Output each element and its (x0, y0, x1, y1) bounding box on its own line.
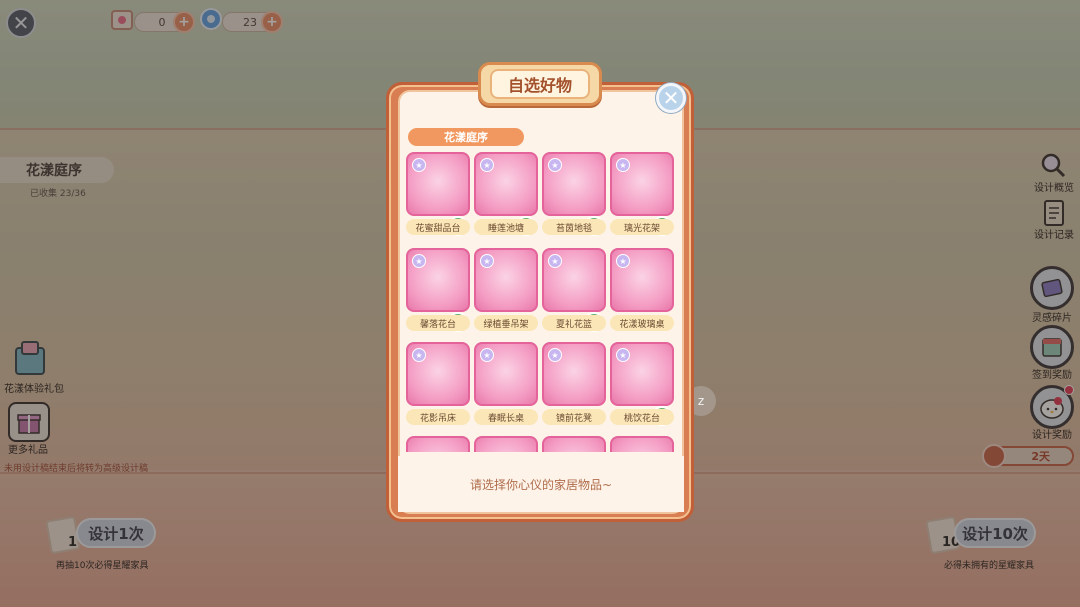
rarity-star-icon: ★ (548, 348, 562, 362)
item-label: 璃光花架 (610, 219, 674, 235)
item-label: 花蜜甜品台 (406, 219, 470, 235)
item-label: 苔茵地毯 (542, 219, 606, 235)
item-card[interactable] (406, 436, 470, 452)
item-card[interactable]: ★ ✓ 睡莲池塘 (474, 152, 538, 238)
item-thumbnail: ★ (542, 152, 606, 216)
item-thumbnail: ★ (406, 248, 470, 312)
close-icon: ✕ (662, 86, 680, 110)
item-card[interactable]: ★ ✓ 馨落花台 (406, 248, 470, 334)
dialog-title: 自选好物 (490, 69, 590, 99)
item-card[interactable]: ★ 花漾玻璃桌 (610, 248, 674, 334)
item-thumbnail: ★ (610, 248, 674, 312)
item-thumbnail: ★ (474, 248, 538, 312)
item-card[interactable]: ★ ✓ 桃饮花台 (610, 342, 674, 428)
item-card[interactable]: ★ 花影吊床 (406, 342, 470, 428)
item-card[interactable] (474, 436, 538, 452)
item-label: 桃饮花台 (610, 409, 674, 425)
rarity-star-icon: ★ (616, 254, 630, 268)
item-thumbnail: ★ (406, 342, 470, 406)
selection-hint: 请选择你心仪的家居物品~ (398, 456, 684, 512)
item-card[interactable]: ★ 绿植垂吊架 (474, 248, 538, 334)
dialog-close-button[interactable]: ✕ (656, 83, 686, 113)
item-thumbnail: ★ (542, 342, 606, 406)
item-thumbnail (474, 436, 538, 452)
item-card[interactable]: ★ 镜前花凳 (542, 342, 606, 428)
item-thumbnail: ★ (474, 152, 538, 216)
item-label: 绿植垂吊架 (474, 315, 538, 331)
item-card[interactable]: ★ ✓ 璃光花架 (610, 152, 674, 238)
item-label: 夏礼花篮 (542, 315, 606, 331)
item-thumbnail: ★ (610, 152, 674, 216)
rarity-star-icon: ★ (412, 254, 426, 268)
item-thumbnail: ★ (406, 152, 470, 216)
rarity-star-icon: ★ (412, 158, 426, 172)
rarity-star-icon: ★ (548, 254, 562, 268)
item-label: 馨落花台 (406, 315, 470, 331)
item-label: 睡莲池塘 (474, 219, 538, 235)
rarity-star-icon: ★ (412, 348, 426, 362)
item-card[interactable] (610, 436, 674, 452)
item-label: 镜前花凳 (542, 409, 606, 425)
section-header: 花漾庭序 (408, 128, 524, 146)
rarity-star-icon: ★ (480, 348, 494, 362)
item-label: 春眠长桌 (474, 409, 538, 425)
item-card[interactable]: ★ ✓ 花蜜甜品台 (406, 152, 470, 238)
item-thumbnail (406, 436, 470, 452)
item-grid: ★ ✓ 花蜜甜品台 ★ ✓ 睡莲池塘 ★ ✓ 苔茵地毯 ★ ✓ 璃光花架 ★ ✓… (406, 152, 676, 452)
item-card[interactable]: ★ ✓ 夏礼花篮 (542, 248, 606, 334)
rarity-star-icon: ★ (480, 158, 494, 172)
rarity-star-icon: ★ (480, 254, 494, 268)
item-thumbnail: ★ (474, 342, 538, 406)
rarity-star-icon: ★ (548, 158, 562, 172)
item-thumbnail: ★ (542, 248, 606, 312)
item-card[interactable] (542, 436, 606, 452)
item-thumbnail: ★ (610, 342, 674, 406)
rarity-star-icon: ★ (616, 348, 630, 362)
item-card[interactable]: ★ 春眠长桌 (474, 342, 538, 428)
item-card[interactable]: ★ ✓ 苔茵地毯 (542, 152, 606, 238)
dialog-title-plate: 自选好物 (478, 62, 602, 106)
item-thumbnail (542, 436, 606, 452)
item-label: 花漾玻璃桌 (610, 315, 674, 331)
item-label: 花影吊床 (406, 409, 470, 425)
item-thumbnail (610, 436, 674, 452)
rarity-star-icon: ★ (616, 158, 630, 172)
